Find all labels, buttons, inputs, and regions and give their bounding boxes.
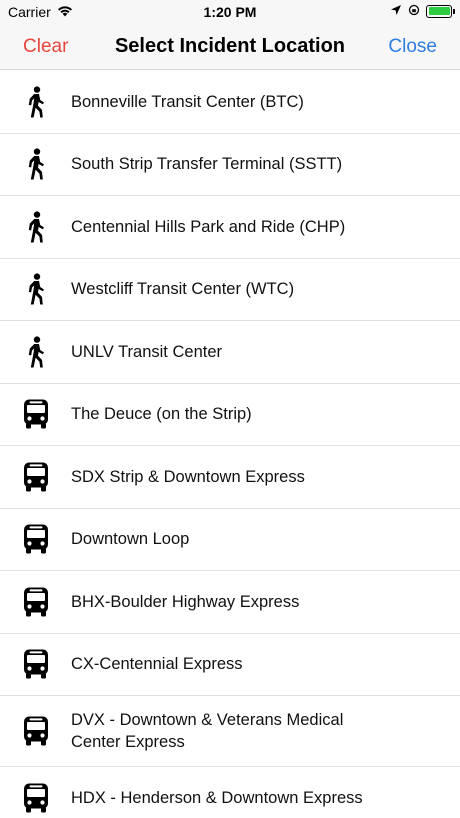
location-row[interactable]: SDX Strip & Downtown Express <box>0 446 460 509</box>
location-label: SDX Strip & Downtown Express <box>71 467 305 486</box>
location-row[interactable]: CX-Centennial Express <box>0 634 460 696</box>
walking-person-icon <box>21 147 51 181</box>
status-bar: Carrier 1:20 PM <box>0 0 460 24</box>
navigation-bar: Clear Select Incident Location Close <box>0 24 460 70</box>
bus-icon <box>21 585 51 619</box>
walking-person-icon <box>21 210 51 244</box>
location-arrow-icon <box>390 3 402 19</box>
location-label: DVX - Downtown & Veterans Medical Center… <box>71 711 344 751</box>
location-row[interactable]: Westcliff Transit Center (WTC) <box>0 259 460 321</box>
location-row[interactable]: Downtown Loop <box>0 509 460 571</box>
location-row[interactable]: Centennial Hills Park and Ride (CHP) <box>0 196 460 259</box>
bus-icon <box>21 397 51 431</box>
battery-fill <box>428 7 450 15</box>
location-label: HDX - Henderson & Downtown Express <box>71 788 363 807</box>
location-label: Centennial Hills Park and Ride (CHP) <box>71 217 346 236</box>
bus-icon <box>21 460 51 494</box>
location-list: Bonneville Transit Center (BTC) South St… <box>0 71 460 818</box>
location-label: Downtown Loop <box>71 530 190 549</box>
location-label: South Strip Transfer Terminal (SSTT) <box>71 155 343 174</box>
location-row[interactable]: South Strip Transfer Terminal (SSTT) <box>0 134 460 196</box>
location-row[interactable]: BHX-Boulder Highway Express <box>0 571 460 634</box>
close-button[interactable]: Close <box>388 36 437 58</box>
walking-person-icon <box>21 85 51 119</box>
bus-icon <box>21 781 51 815</box>
location-row[interactable]: UNLV Transit Center <box>0 321 460 384</box>
location-label: BHX-Boulder Highway Express <box>71 592 300 611</box>
location-label: The Deuce (on the Strip) <box>71 405 252 424</box>
location-row[interactable]: HDX - Henderson & Downtown Express <box>0 767 460 818</box>
location-row[interactable]: DVX - Downtown & Veterans Medical Center… <box>0 696 460 767</box>
bus-icon <box>21 647 51 681</box>
location-label: CX-Centennial Express <box>71 655 243 674</box>
location-row[interactable]: Bonneville Transit Center (BTC) <box>0 71 460 134</box>
location-row[interactable]: The Deuce (on the Strip) <box>0 384 460 446</box>
walking-person-icon <box>21 335 51 369</box>
location-label: Westcliff Transit Center (WTC) <box>71 280 295 299</box>
walking-person-icon <box>21 272 51 306</box>
battery-icon <box>426 4 455 18</box>
orientation-lock-icon <box>408 3 420 19</box>
status-right-group <box>390 3 455 19</box>
location-label: Bonneville Transit Center (BTC) <box>71 92 304 111</box>
bus-icon <box>21 714 51 748</box>
clear-button[interactable]: Clear <box>23 36 68 58</box>
location-label: UNLV Transit Center <box>71 342 222 361</box>
bus-icon <box>21 522 51 556</box>
